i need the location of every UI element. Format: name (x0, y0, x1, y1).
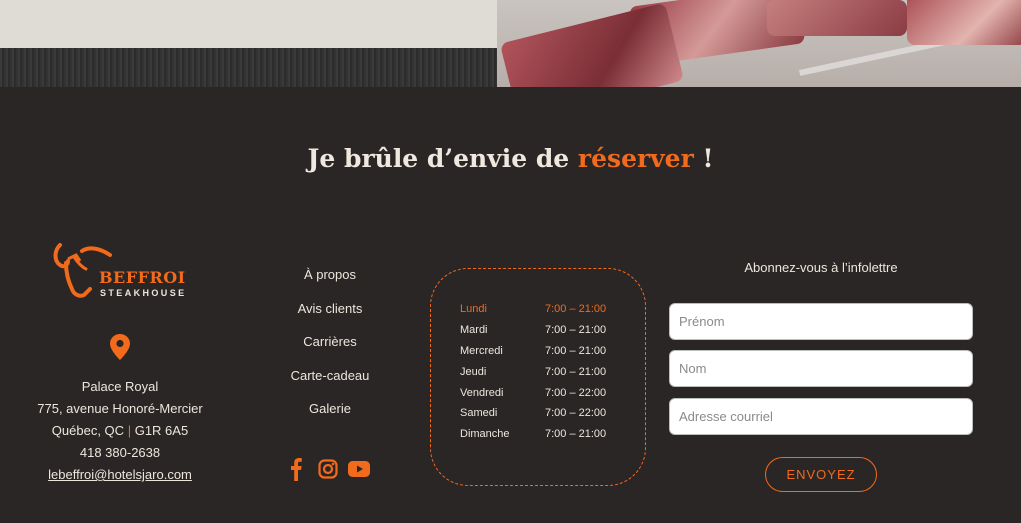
top-band-texture (0, 48, 497, 87)
lastname-field[interactable] (669, 350, 973, 387)
youtube-icon[interactable] (348, 461, 370, 477)
location-pin-icon (110, 334, 130, 360)
newsletter-title: Abonnez-vous à l’infolettre (744, 260, 898, 275)
city-postal: Québec, QC | G1R 6A5 (51, 423, 189, 438)
top-band-light (0, 0, 497, 48)
nav-link-galerie[interactable]: Galerie (270, 399, 390, 433)
venue-name: Palace Royal (81, 379, 159, 394)
instagram-icon[interactable] (318, 459, 338, 479)
phone-number[interactable]: 418 380-2638 (20, 442, 220, 464)
address-block: Palace Royal 775, avenue Honoré-Mercier … (20, 376, 220, 486)
newsletter-submit-button[interactable]: ENVOYEZ (765, 457, 877, 492)
hours-row-dimanche: Dimanche 7:00 – 21:00 (460, 428, 607, 440)
hours-row-mardi: Mardi 7:00 – 21:00 (460, 324, 607, 336)
street-address: 775, avenue Honoré-Mercier (37, 401, 203, 416)
firstname-field[interactable] (669, 303, 973, 340)
hours-row-samedi: Samedi 7:00 – 22:00 (460, 407, 607, 419)
email-link[interactable]: lebeffroi@hotelsjaro.com (48, 467, 192, 482)
hours-row-vendredi: Vendredi 7:00 – 22:00 (460, 387, 607, 399)
hours-row-mercredi: Mercredi 7:00 – 21:00 (460, 345, 607, 357)
logo-wordmark: BEFFROI (99, 268, 186, 287)
reservation-headline: Je brûle d’envie de réserver ! (307, 144, 714, 173)
hours-row-lundi: Lundi 7:00 – 21:00 (460, 303, 607, 315)
reserve-link[interactable]: réserver (578, 144, 694, 173)
email-field[interactable] (669, 398, 973, 435)
nav-link-carrieres[interactable]: Carrières (270, 332, 390, 366)
facebook-icon[interactable] (290, 457, 302, 481)
opening-hours-card: Lundi 7:00 – 21:00 Mardi 7:00 – 21:00 Merc… (430, 268, 646, 486)
hours-row-jeudi: Jeudi 7:00 – 21:00 (460, 366, 607, 378)
logo-tagline: STEAKHOUSE (100, 288, 187, 298)
nav-link-avis-clients[interactable]: Avis clients (270, 299, 390, 333)
meat-photo (497, 0, 1021, 87)
social-links (285, 457, 375, 483)
nav-link-a-propos[interactable]: À propos (270, 265, 390, 299)
nav-link-carte-cadeau[interactable]: Carte-cadeau (270, 366, 390, 400)
footer-nav: À propos Avis clients Carrières Carte-ca… (270, 265, 390, 433)
beffroi-logo[interactable]: BEFFROI STEAKHOUSE (52, 243, 197, 301)
